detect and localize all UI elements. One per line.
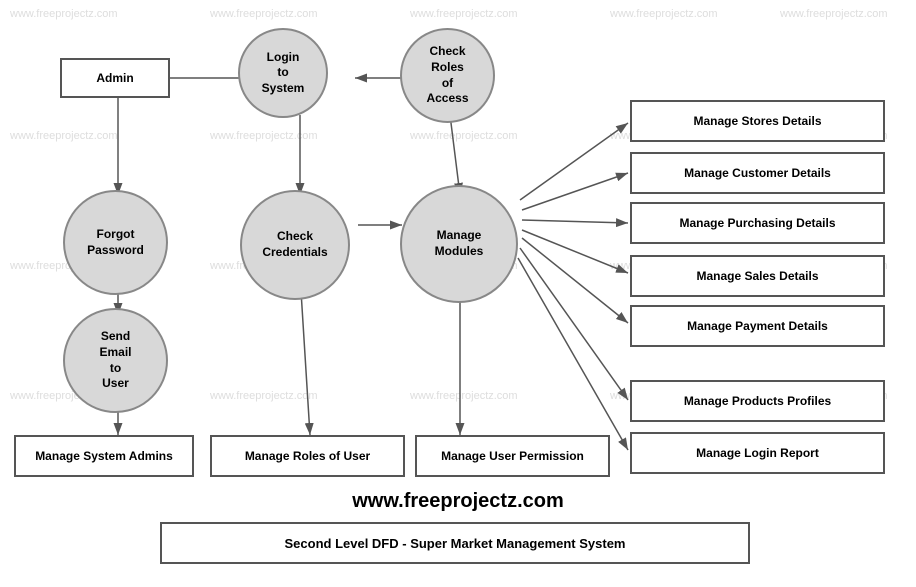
check-credentials-circle: CheckCredentials — [240, 190, 350, 300]
manage-user-permission-label: Manage User Permission — [441, 449, 584, 463]
manage-purchasing-box: Manage Purchasing Details — [630, 202, 885, 244]
manage-sales-label: Manage Sales Details — [696, 269, 818, 283]
manage-modules-circle: ManageModules — [400, 185, 518, 303]
manage-payment-label: Manage Payment Details — [687, 319, 828, 333]
manage-customer-box: Manage Customer Details — [630, 152, 885, 194]
check-roles-circle: CheckRolesofAccess — [400, 28, 495, 123]
admin-box: Admin — [60, 58, 170, 98]
manage-user-permission-box: Manage User Permission — [415, 435, 610, 477]
send-email-circle: SendEmailtoUser — [63, 308, 168, 413]
manage-payment-box: Manage Payment Details — [630, 305, 885, 347]
manage-login-label: Manage Login Report — [696, 446, 819, 460]
forgot-password-circle: ForgotPassword — [63, 190, 168, 295]
caption-text: Second Level DFD - Super Market Manageme… — [285, 536, 626, 551]
check-roles-label: CheckRolesofAccess — [426, 44, 468, 106]
website-footer: www.freeprojectz.com — [0, 490, 916, 513]
manage-stores-box: Manage Stores Details — [630, 100, 885, 142]
manage-roles-label: Manage Roles of User — [245, 449, 370, 463]
caption-box: Second Level DFD - Super Market Manageme… — [160, 522, 750, 564]
manage-system-admins-label: Manage System Admins — [35, 449, 173, 463]
diagram-container: www.freeprojectz.com www.freeprojectz.co… — [0, 0, 916, 587]
manage-customer-label: Manage Customer Details — [684, 166, 831, 180]
forgot-password-label: ForgotPassword — [87, 227, 144, 258]
manage-products-box: Manage Products Profiles — [630, 380, 885, 422]
manage-modules-label: ManageModules — [435, 228, 484, 259]
manage-purchasing-label: Manage Purchasing Details — [679, 216, 835, 230]
manage-products-label: Manage Products Profiles — [684, 394, 831, 408]
manage-login-box: Manage Login Report — [630, 432, 885, 474]
website-text: www.freeprojectz.com — [352, 490, 564, 512]
send-email-label: SendEmailtoUser — [99, 329, 131, 391]
login-label: LogintoSystem — [262, 50, 305, 97]
manage-system-admins-box: Manage System Admins — [14, 435, 194, 477]
manage-sales-box: Manage Sales Details — [630, 255, 885, 297]
manage-stores-label: Manage Stores Details — [693, 114, 821, 128]
admin-label: Admin — [96, 71, 133, 85]
check-credentials-label: CheckCredentials — [262, 229, 327, 260]
manage-roles-box: Manage Roles of User — [210, 435, 405, 477]
login-circle: LogintoSystem — [238, 28, 328, 118]
